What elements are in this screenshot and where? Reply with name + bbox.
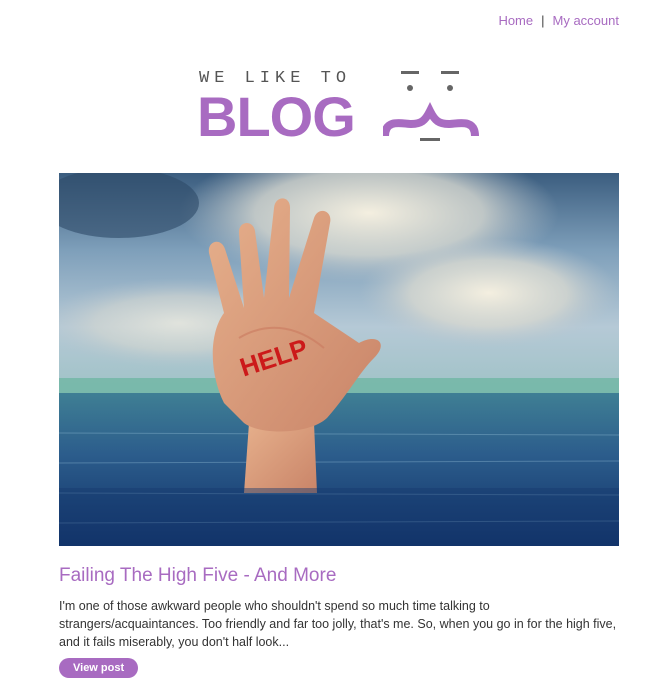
site-logo[interactable]: WE LIKE TO BLOG	[197, 66, 487, 148]
nav-separator: |	[541, 13, 545, 28]
nav-my-account-link[interactable]: My account	[553, 13, 619, 28]
help-hand-in-sea-image: HELP	[59, 173, 619, 546]
post-hero-image[interactable]: HELP	[59, 173, 619, 546]
logo-face-icon	[383, 71, 479, 141]
view-post-button[interactable]: View post	[59, 658, 139, 678]
logo-word: BLOG	[197, 85, 356, 148]
nav-home-link[interactable]: Home	[498, 13, 533, 28]
top-navigation: Home | My account	[498, 13, 619, 28]
post-title-link[interactable]: Failing The High Five - And More	[59, 565, 336, 587]
post-excerpt: I'm one of those awkward people who shou…	[59, 599, 617, 649]
